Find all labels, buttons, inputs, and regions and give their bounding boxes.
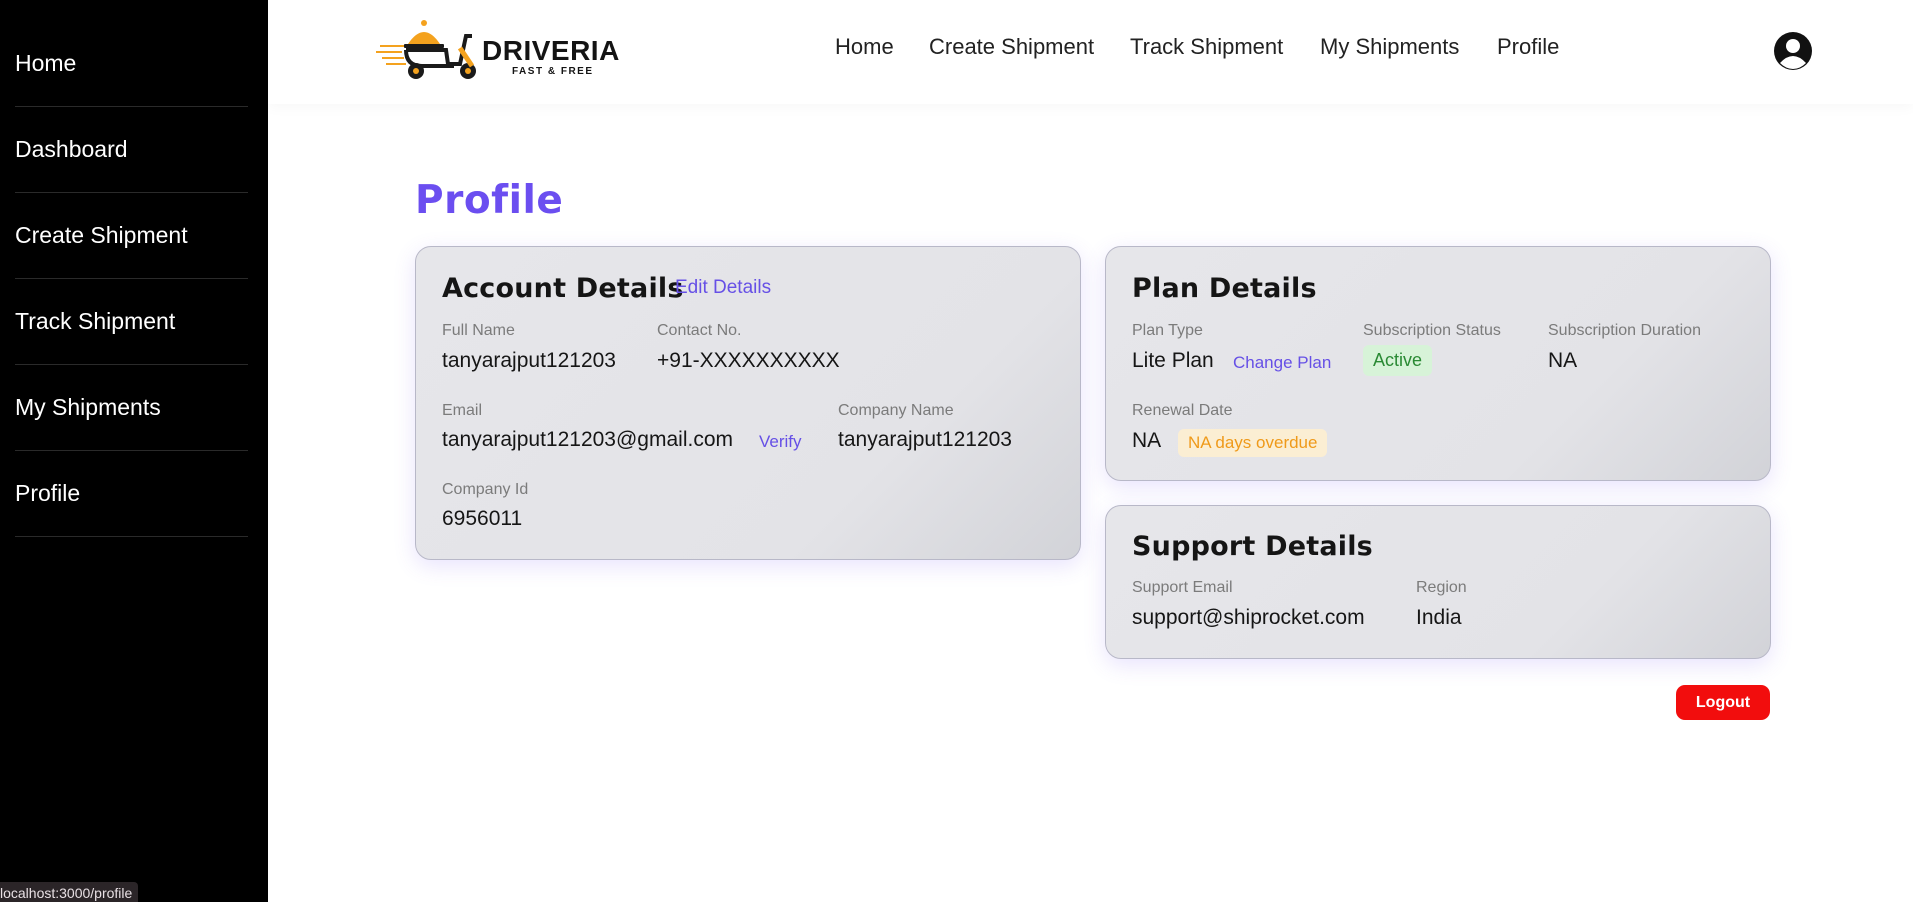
company-name-label: Company Name (838, 402, 954, 419)
change-plan-link[interactable]: Change Plan (1233, 353, 1331, 373)
full-name-value: tanyarajput121203 (442, 349, 616, 372)
page-title: Profile (415, 178, 564, 223)
sidebar-item-label: Profile (15, 480, 81, 506)
renewal-date-label: Renewal Date (1132, 402, 1233, 419)
support-email-value: support@shiprocket.com (1132, 606, 1365, 629)
sidebar-item-my-shipments[interactable]: My Shipments (15, 365, 248, 451)
user-circle-icon[interactable] (1773, 31, 1813, 71)
verify-email-link[interactable]: Verify (759, 432, 802, 452)
edit-details-link[interactable]: Edit Details (675, 277, 771, 299)
company-id-label: Company Id (442, 481, 529, 498)
renewal-date-value: NA (1132, 429, 1162, 452)
top-navbar: DRIVERIA FAST & FREE Home Create Shipmen… (268, 0, 1913, 104)
sidebar-item-profile[interactable]: Profile (15, 451, 248, 537)
support-email-label: Support Email (1132, 579, 1233, 596)
subscription-status-label: Subscription Status (1363, 322, 1501, 339)
sidebar-item-home[interactable]: Home (15, 21, 248, 107)
logo-name: DRIVERIA (482, 35, 620, 66)
sidebar-item-label: Create Shipment (15, 222, 188, 248)
region-label: Region (1416, 579, 1467, 596)
status-bar-url: localhost:3000/profile (0, 882, 139, 902)
support-details-card: Support Details Support Email support@sh… (1105, 505, 1771, 659)
subscription-duration-label: Subscription Duration (1548, 322, 1701, 339)
nav-link-home[interactable]: Home (835, 34, 894, 60)
contact-label: Contact No. (657, 322, 742, 339)
subscription-duration-value: NA (1548, 349, 1578, 372)
account-details-title: Account Details (442, 273, 684, 304)
nav-link-my-shipments[interactable]: My Shipments (1320, 34, 1459, 60)
logo-tagline: FAST & FREE (512, 66, 594, 77)
support-details-title: Support Details (1132, 531, 1373, 562)
logout-button[interactable]: Logout (1676, 685, 1770, 720)
sidebar-item-label: Home (15, 50, 77, 76)
sidebar-item-create-shipment[interactable]: Create Shipment (15, 193, 248, 279)
company-name-value: tanyarajput121203 (838, 428, 1012, 451)
sidebar: Home Dashboard Create Shipment Track Shi… (0, 0, 268, 902)
sidebar-item-label: Track Shipment (15, 308, 176, 334)
plan-details-title: Plan Details (1132, 273, 1317, 304)
email-label: Email (442, 402, 483, 419)
account-details-card: Account Details Edit Details Full Name t… (415, 246, 1081, 560)
nav-link-profile[interactable]: Profile (1497, 34, 1559, 60)
sidebar-item-dashboard[interactable]: Dashboard (15, 107, 248, 193)
email-value: tanyarajput121203@gmail.com (442, 428, 733, 451)
full-name-label: Full Name (442, 322, 515, 339)
sidebar-item-label: Dashboard (15, 136, 128, 162)
sidebar-item-label: My Shipments (15, 394, 161, 420)
plan-type-value: Lite Plan (1132, 349, 1214, 372)
plan-details-card: Plan Details Plan Type Lite Plan Change … (1105, 246, 1771, 481)
status-badge: Active (1363, 345, 1433, 376)
plan-type-label: Plan Type (1132, 322, 1203, 339)
overdue-badge: NA days overdue (1178, 429, 1328, 457)
nav-link-create-shipment[interactable]: Create Shipment (929, 34, 1094, 60)
contact-value: +91-XXXXXXXXXX (657, 349, 840, 372)
region-value: India (1416, 606, 1462, 629)
sidebar-item-track-shipment[interactable]: Track Shipment (15, 279, 248, 365)
nav-link-track-shipment[interactable]: Track Shipment (1130, 34, 1283, 60)
company-id-value: 6956011 (442, 507, 523, 530)
